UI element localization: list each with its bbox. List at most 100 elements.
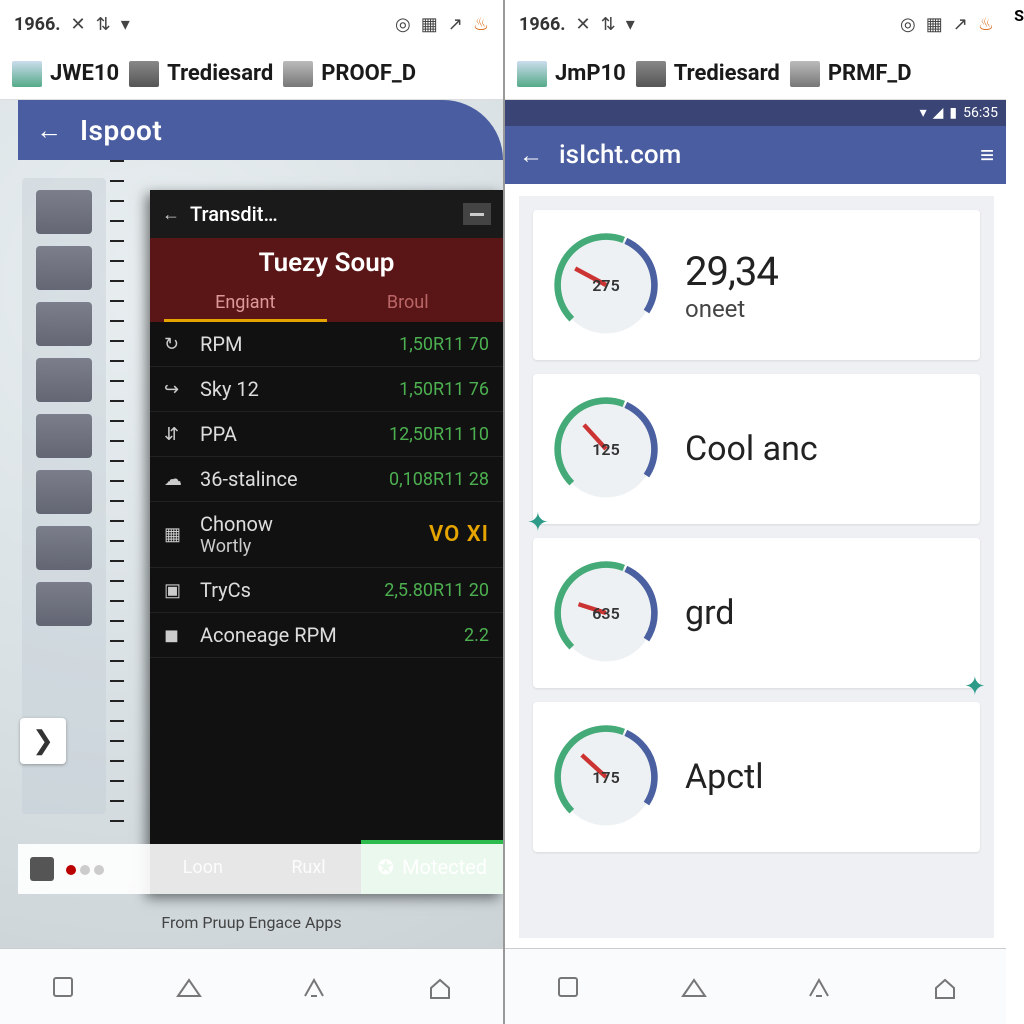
arrow-icon: ↪ — [164, 379, 190, 400]
rail-item[interactable] — [36, 414, 92, 458]
tab-label: Trediesard — [167, 61, 273, 86]
tab-engiant[interactable]: Engiant — [164, 286, 327, 322]
caption-text: From Pruup Engace Apps — [0, 913, 503, 932]
card-label: Apctl — [685, 757, 962, 797]
metrics-list: ↻RPM1,50R11 70 ↪ Sky 121,50R11 76 ⇵PPA12,… — [150, 322, 503, 840]
keyboard-icon[interactable]: ▦ — [926, 14, 943, 35]
browser-topbar: 1966. ✕ ⇅ ▾ ◎ ▦ ↗ ♨ — [0, 0, 503, 48]
ruler — [110, 160, 124, 834]
tab-proofd[interactable]: PROOF_D — [283, 61, 416, 87]
metric-label: TryCs — [200, 578, 384, 602]
shield-icon[interactable]: ◎ — [900, 14, 916, 35]
wifi-icon: ▾ — [920, 105, 927, 121]
home-alt-button[interactable] — [421, 968, 459, 1006]
metric-label: Sky 12 — [200, 377, 399, 401]
tab-label: PRMF_D — [828, 61, 912, 86]
tab-trediesard[interactable]: Trediesard — [129, 61, 273, 87]
grid-icon: ▦ — [164, 524, 190, 545]
gauge-value: 175 — [551, 722, 661, 832]
metric-value: 2.2 — [464, 625, 489, 646]
metric-value: 1,50R11 76 — [399, 379, 489, 400]
box-icon: ▣ — [164, 580, 190, 601]
gauge-card[interactable]: 275 29,34 oneet — [533, 210, 980, 360]
refresh-icon: ↻ — [164, 334, 190, 355]
top-time: 1966. — [519, 14, 566, 35]
metric-row[interactable]: ☁36-stalince0,108R11 28 — [150, 457, 503, 502]
gauge-value: 635 — [551, 558, 661, 668]
back-button[interactable] — [295, 968, 333, 1006]
right-phone: 1966. ✕ ⇅ ▾ ◎ ▦ ↗ ♨ JmP10 Trediesard PRM… — [505, 0, 1008, 1024]
home-button[interactable] — [170, 968, 208, 1006]
gauge-card[interactable]: 125 Cool anc — [533, 374, 980, 524]
close-icon[interactable]: ✕ — [576, 14, 591, 35]
sparkle-icon — [527, 508, 549, 530]
tab-label: JWE10 — [50, 61, 119, 86]
gauge-value: 275 — [551, 230, 661, 340]
tab-jwe10[interactable]: JWE10 — [12, 61, 119, 87]
panel-ribbon: Tuezy Soup Engiant Broul — [150, 238, 503, 322]
system-navbar — [505, 948, 1008, 1024]
panel-back-icon[interactable]: ← — [162, 204, 180, 225]
tab-trediesard[interactable]: Trediesard — [636, 61, 780, 87]
card-big-value: 29,34 — [685, 248, 962, 295]
metric-row[interactable]: ▦ ChonowWortlyVO XI — [150, 502, 503, 568]
back-button[interactable] — [800, 968, 838, 1006]
panel-header: ← Transdit… — [150, 190, 503, 238]
rail-item[interactable] — [36, 470, 92, 514]
recent-apps-button[interactable] — [44, 968, 82, 1006]
tab-prmfd[interactable]: PRMF_D — [790, 61, 912, 87]
back-icon[interactable]: ← — [519, 141, 543, 170]
browser-topbar-right: 1966. ✕ ⇅ ▾ ◎ ▦ ↗ ♨ — [505, 0, 1008, 48]
metric-row[interactable]: ▣TryCs2,5.80R11 20 — [150, 568, 503, 613]
tab-jmp10[interactable]: JmP10 — [517, 61, 626, 87]
flame-icon[interactable]: ♨ — [978, 14, 994, 35]
minimize-icon[interactable] — [463, 203, 491, 225]
gauge-card[interactable]: 175 Apctl — [533, 702, 980, 852]
wand-icon[interactable]: ↗ — [953, 14, 968, 35]
tab-broul[interactable]: Broul — [327, 286, 490, 322]
gauge-card[interactable]: 635 grd — [533, 538, 980, 688]
keyboard-icon[interactable]: ▦ — [421, 14, 438, 35]
back-icon[interactable]: ← — [36, 115, 62, 146]
home-button[interactable] — [675, 968, 713, 1006]
metric-row[interactable]: ◼Aconeage RPM2.2 — [150, 613, 503, 658]
metric-row[interactable]: ↻RPM1,50R11 70 — [150, 322, 503, 367]
rail-item[interactable] — [36, 246, 92, 290]
dropdown-icon[interactable]: ▾ — [626, 14, 635, 35]
wand-icon[interactable]: ↗ — [448, 14, 463, 35]
flame-icon[interactable]: ♨ — [473, 14, 489, 35]
rail-item[interactable] — [36, 358, 92, 402]
rail-item[interactable] — [36, 302, 92, 346]
gauge-icon: 275 — [551, 230, 661, 340]
recent-apps-button[interactable] — [549, 968, 587, 1006]
rail-item[interactable] — [36, 582, 92, 626]
metric-value: VO XI — [429, 522, 489, 547]
home-alt-button[interactable] — [926, 968, 964, 1006]
app-title: Ispoot — [80, 114, 162, 147]
metric-row[interactable]: ⇵PPA12,50R11 10 — [150, 412, 503, 457]
layers-icon[interactable] — [30, 857, 54, 881]
ribbon-title: Tuezy Soup — [164, 248, 489, 286]
metric-label: PPA — [200, 422, 389, 446]
panel-header-title: Transdit… — [190, 202, 453, 226]
chevron-right-icon[interactable]: ❯ — [20, 718, 66, 764]
cloud-icon: ☁ — [164, 469, 190, 490]
browser-tabs: JWE10 Trediesard PROOF_D — [0, 48, 503, 100]
status-bar: ▾ ◢ ▮ 56:35 — [505, 100, 1008, 126]
rail-item[interactable] — [36, 190, 92, 234]
square-icon: ◼ — [164, 625, 190, 646]
shield-icon[interactable]: ◎ — [395, 14, 411, 35]
dropdown-icon[interactable]: ▾ — [121, 14, 130, 35]
gauge-cards[interactable]: 275 29,34 oneet 125 Cool anc — [519, 196, 994, 938]
rail-item[interactable] — [36, 526, 92, 570]
close-icon[interactable]: ✕ — [71, 14, 86, 35]
metric-label: ChonowWortly — [200, 512, 429, 557]
hamburger-icon[interactable]: ≡ — [980, 141, 994, 170]
metric-row[interactable]: ↪ Sky 121,50R11 76 — [150, 367, 503, 412]
metric-label: 36-stalince — [200, 467, 389, 491]
tab-label: JmP10 — [555, 61, 626, 86]
metric-value: 12,50R11 10 — [389, 424, 489, 445]
sort-icon[interactable]: ⇅ — [601, 14, 616, 35]
app-bar: ← Ispoot — [18, 100, 503, 160]
sort-icon[interactable]: ⇅ — [96, 14, 111, 35]
